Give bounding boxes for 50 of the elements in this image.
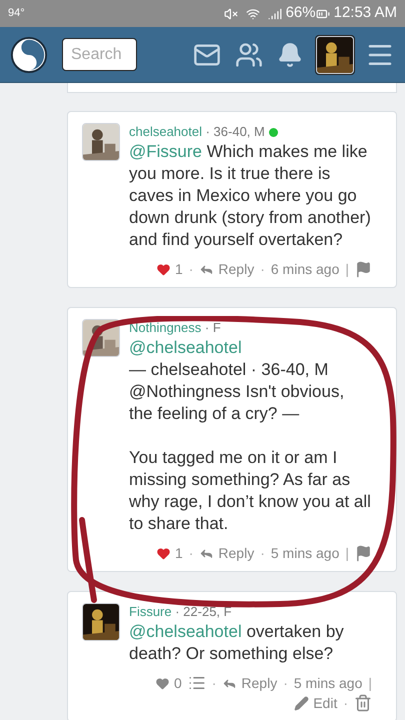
separator: · [188,260,194,279]
bell-icon[interactable] [277,42,303,68]
mention-link[interactable]: @Fissure [129,142,202,161]
mute-icon [224,6,238,20]
reply-button[interactable]: Reply [199,543,254,563]
temperature: 94° [8,6,25,22]
separator: · [212,674,216,693]
user-meta: · F [204,319,221,337]
timestamp: 5 mins ago [270,544,340,563]
user-meta: · 36-40, M [204,123,265,141]
search-field[interactable]: Search [62,38,137,71]
mention-link[interactable]: @chelseahotel [129,338,242,357]
heart-icon [156,262,171,276]
separator: · [283,674,288,693]
reply-button[interactable]: Reply [199,259,254,279]
separator: · [260,260,265,279]
heart-icon [156,546,171,560]
users-icon[interactable] [235,40,263,68]
timestamp: 5 mins ago [294,674,362,693]
heart-icon [154,676,170,690]
delete-icon[interactable] [354,694,372,712]
user-meta: · 22-25, F [174,603,232,621]
comment-text: @Fissure Which makes me like you more. Is it true there is caves in Mexico where you go down drunk (story from another) and find yourself overtaken? [129,141,372,251]
list-icon[interactable] [188,674,206,692]
edit-button[interactable]: Edit [294,693,338,713]
timestamp: 6 mins ago [270,260,340,279]
separator: · [188,544,194,563]
wifi-icon [246,6,260,20]
separator: | [345,544,349,563]
flag-icon[interactable] [355,544,372,562]
username-link[interactable]: Nothingness [129,319,202,337]
like-button[interactable]: 0 [154,673,182,693]
comment-text: @chelseahotel overtaken by death? Or something else? [129,621,345,665]
separator: · [260,544,265,563]
pencil-icon [294,696,310,710]
reply-button[interactable]: Reply [222,673,278,693]
username-link[interactable]: chelseahotel [129,123,202,141]
username-link[interactable]: Fissure [129,603,172,621]
separator: | [345,260,349,279]
flag-icon[interactable] [355,260,372,278]
separator: · [343,694,348,713]
comment-text: @chelseahotel — chelseahotel · 36-40, M @Nothingness Isn't obvious, the feeling of a cry? — You tagged me on it or am I missing something? As far as why rage, I don’t know you at all to share that. [129,337,372,535]
clock: 12:53 AM [334,3,397,24]
like-button[interactable]: 1 [156,259,183,279]
separator: | [368,674,372,693]
logo-icon[interactable] [10,36,48,74]
battery-level: 66% [286,3,316,24]
mention-link[interactable]: @chelseahotel [129,622,242,641]
like-button[interactable]: 1 [156,543,183,563]
signal-icon [268,6,282,20]
